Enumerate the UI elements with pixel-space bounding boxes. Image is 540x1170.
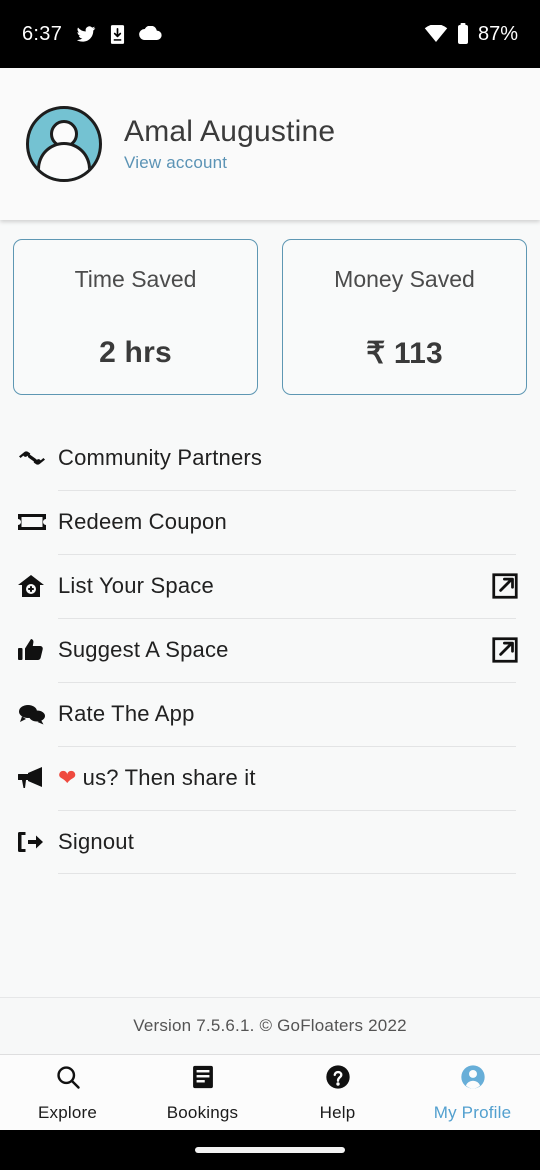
gesture-navigation-bar	[0, 1130, 540, 1170]
stat-value: ₹ 113	[366, 337, 443, 370]
gesture-pill[interactable]	[195, 1147, 345, 1153]
menu-item-label-text: us? Then share it	[82, 765, 256, 790]
stat-card-money-saved: Money Saved ₹ 113	[282, 239, 527, 395]
app-screen: 6:37 87% Amal Augustine View account Tim…	[0, 0, 540, 1170]
status-bar-left: 6:37	[22, 23, 162, 46]
external-link-icon[interactable]	[490, 635, 520, 665]
battery-icon	[457, 23, 469, 45]
external-link-icon[interactable]	[490, 571, 520, 601]
stat-label: Money Saved	[334, 266, 475, 292]
content-area: Time Saved 2 hrs Money Saved ₹ 113 Commu…	[0, 220, 540, 1054]
view-account-link[interactable]: View account	[124, 153, 335, 173]
ticket-icon	[18, 512, 58, 532]
megaphone-icon	[18, 767, 58, 789]
stats-row: Time Saved 2 hrs Money Saved ₹ 113	[0, 226, 540, 395]
profile-name: Amal Augustine	[124, 115, 336, 149]
tab-bookings[interactable]: Bookings	[135, 1063, 270, 1123]
menu-item-signout[interactable]: Signout	[18, 810, 520, 874]
stat-value: 2 hrs	[99, 336, 172, 369]
battery-percent: 87%	[477, 22, 518, 45]
tab-label: Help	[319, 1102, 356, 1122]
home-plus-icon	[18, 574, 58, 598]
status-bar-right: 87%	[424, 23, 518, 46]
menu-item-label: ❤ us? Then share it	[58, 765, 256, 791]
download-icon	[110, 24, 125, 45]
stat-card-time-saved: Time Saved 2 hrs	[13, 239, 258, 395]
menu-item-label: Suggest A Space	[58, 637, 229, 662]
tab-my-profile[interactable]: My Profile	[405, 1063, 540, 1123]
list-icon	[189, 1063, 217, 1096]
tab-explore[interactable]: Explore	[0, 1063, 135, 1123]
profile-header[interactable]: Amal Augustine View account	[0, 68, 540, 220]
menu-item-list-your-space[interactable]: List Your Space	[18, 554, 520, 618]
tab-help[interactable]: Help	[270, 1063, 405, 1123]
logout-icon	[18, 831, 58, 853]
menu-item-suggest-a-space[interactable]: Suggest A Space	[18, 618, 520, 682]
tab-label: Bookings	[166, 1102, 239, 1122]
wifi-icon	[424, 25, 448, 43]
version-footer: Version 7.5.6.1. © GoFloaters 2022	[0, 997, 540, 1054]
bottom-navigation: Explore Bookings Help My Profile	[0, 1054, 540, 1130]
thumbs-up-icon	[18, 638, 58, 662]
menu-item-share-app[interactable]: ❤ us? Then share it	[18, 746, 520, 810]
twitter-icon	[75, 24, 97, 44]
person-icon	[459, 1063, 487, 1096]
question-icon	[324, 1063, 352, 1096]
tab-label: My Profile	[433, 1102, 512, 1122]
avatar-body	[37, 142, 91, 179]
menu-item-community-partners[interactable]: Community Partners	[18, 426, 520, 490]
handshake-icon	[18, 447, 58, 469]
profile-text-block: Amal Augustine View account	[124, 115, 335, 173]
menu-item-label: Signout	[58, 829, 135, 854]
stat-label: Time Saved	[74, 266, 197, 292]
menu-item-label: Rate The App	[58, 701, 195, 726]
menu-item-redeem-coupon[interactable]: Redeem Coupon	[18, 490, 520, 554]
heart-icon: ❤	[58, 765, 77, 790]
status-time: 6:37	[22, 22, 63, 45]
menu-item-label: List Your Space	[58, 573, 214, 598]
cloud-icon	[138, 26, 162, 42]
menu-item-label: Community Partners	[58, 445, 263, 470]
menu-item-rate-the-app[interactable]: Rate The App	[18, 682, 520, 746]
version-text: Version 7.5.6.1. © GoFloaters 2022	[133, 1016, 407, 1035]
status-bar: 6:37 87%	[0, 0, 540, 68]
menu-item-label: Redeem Coupon	[58, 509, 227, 534]
search-icon	[54, 1063, 82, 1096]
chat-bubbles-icon	[18, 703, 58, 725]
menu-list: Community Partners Redeem Coupon List Yo…	[0, 426, 540, 874]
avatar	[26, 106, 102, 182]
tab-label: Explore	[37, 1102, 98, 1122]
